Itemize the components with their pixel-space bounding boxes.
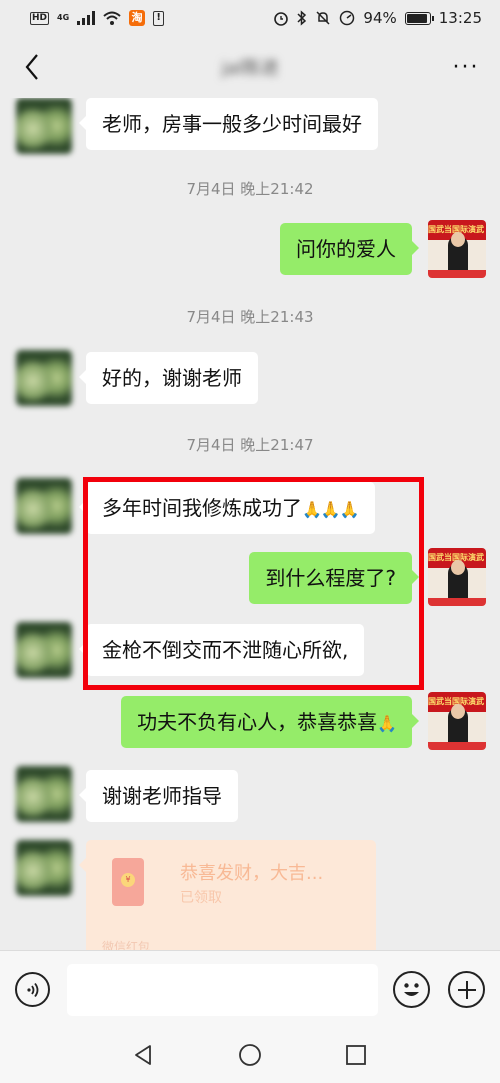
chat-header: jal陈进 ··· — [0, 36, 500, 98]
red-envelope-icon — [112, 858, 144, 906]
mute-bell-icon — [316, 11, 330, 25]
pray-emoji-icon: 🙏 — [377, 714, 397, 733]
red-packet-label: 微信红包 — [102, 940, 151, 950]
signal-icon — [77, 11, 96, 25]
red-packet-status: 已领取 — [180, 890, 222, 906]
nav-back-icon[interactable] — [131, 1042, 157, 1068]
message-list[interactable]: 老师，房事一般多少时间最好 7月4日 晚上21:42 问你的爱人 国武当国际演武… — [0, 98, 500, 950]
alert-icon: ! — [153, 10, 165, 26]
contact-avatar[interactable] — [16, 840, 72, 896]
message-timestamp: 7月4日 晚上21:43 — [186, 308, 314, 326]
input-bar — [0, 950, 500, 1028]
my-avatar[interactable]: 国武当国际演武 — [428, 548, 486, 606]
more-options-button[interactable]: ··· — [446, 49, 486, 85]
my-avatar[interactable]: 国武当国际演武 — [428, 220, 486, 278]
nav-home-icon[interactable] — [237, 1042, 263, 1068]
battery-icon — [404, 11, 434, 25]
nav-recents-icon[interactable] — [343, 1042, 369, 1068]
chat-title: jal陈进 — [221, 58, 279, 79]
message-timestamp: 7月4日 晚上21:47 — [186, 436, 314, 454]
chevron-left-icon — [25, 54, 38, 80]
plus-icon — [457, 980, 476, 999]
smiley-icon — [404, 983, 419, 996]
message-timestamp: 7月4日 晚上21:42 — [186, 180, 314, 198]
emoji-button[interactable] — [393, 971, 430, 1008]
my-avatar[interactable]: 国武当国际演武 — [428, 692, 486, 750]
message-bubble-incoming[interactable]: 谢谢老师指导 — [79, 770, 238, 822]
speed-icon — [340, 10, 355, 26]
back-button[interactable] — [14, 49, 50, 85]
bluetooth-icon — [297, 10, 307, 26]
voice-input-button[interactable] — [15, 972, 50, 1007]
system-nav-bar — [0, 1028, 500, 1083]
message-text: 功夫不负有心人，恭喜恭喜 — [137, 710, 378, 734]
contact-avatar[interactable] — [16, 622, 72, 678]
message-bubble-outgoing[interactable]: 功夫不负有心人，恭喜恭喜🙏 — [121, 696, 419, 748]
wifi-icon — [103, 11, 121, 25]
voice-icon — [26, 982, 38, 997]
alarm-icon — [274, 12, 289, 26]
network-type: 4G — [57, 13, 70, 22]
message-bubble-outgoing[interactable]: 问你的爱人 — [280, 223, 419, 275]
hd-icon: HD — [30, 11, 50, 25]
clock: 13:25 — [438, 9, 482, 27]
message-bubble-incoming[interactable]: 好的，谢谢老师 — [79, 352, 258, 404]
red-packet-card[interactable]: 恭喜发财，大吉... 已领取 微信红包 — [79, 840, 376, 950]
message-input[interactable] — [67, 964, 378, 1016]
taobao-icon: 淘 — [129, 10, 146, 26]
status-bar: HD 4G 淘 ! 94% 13:25 — [0, 0, 500, 36]
battery-percent: 94% — [363, 9, 397, 27]
battery-level — [406, 13, 428, 23]
red-packet-title: 恭喜发财，大吉... — [180, 863, 324, 884]
highlight-box — [83, 477, 424, 690]
contact-avatar[interactable] — [16, 766, 72, 822]
message-bubble-incoming[interactable]: 老师，房事一般多少时间最好 — [79, 98, 378, 150]
contact-avatar[interactable] — [16, 478, 72, 534]
contact-avatar[interactable] — [16, 98, 72, 154]
more-actions-button[interactable] — [448, 971, 485, 1008]
contact-avatar[interactable] — [16, 350, 72, 406]
